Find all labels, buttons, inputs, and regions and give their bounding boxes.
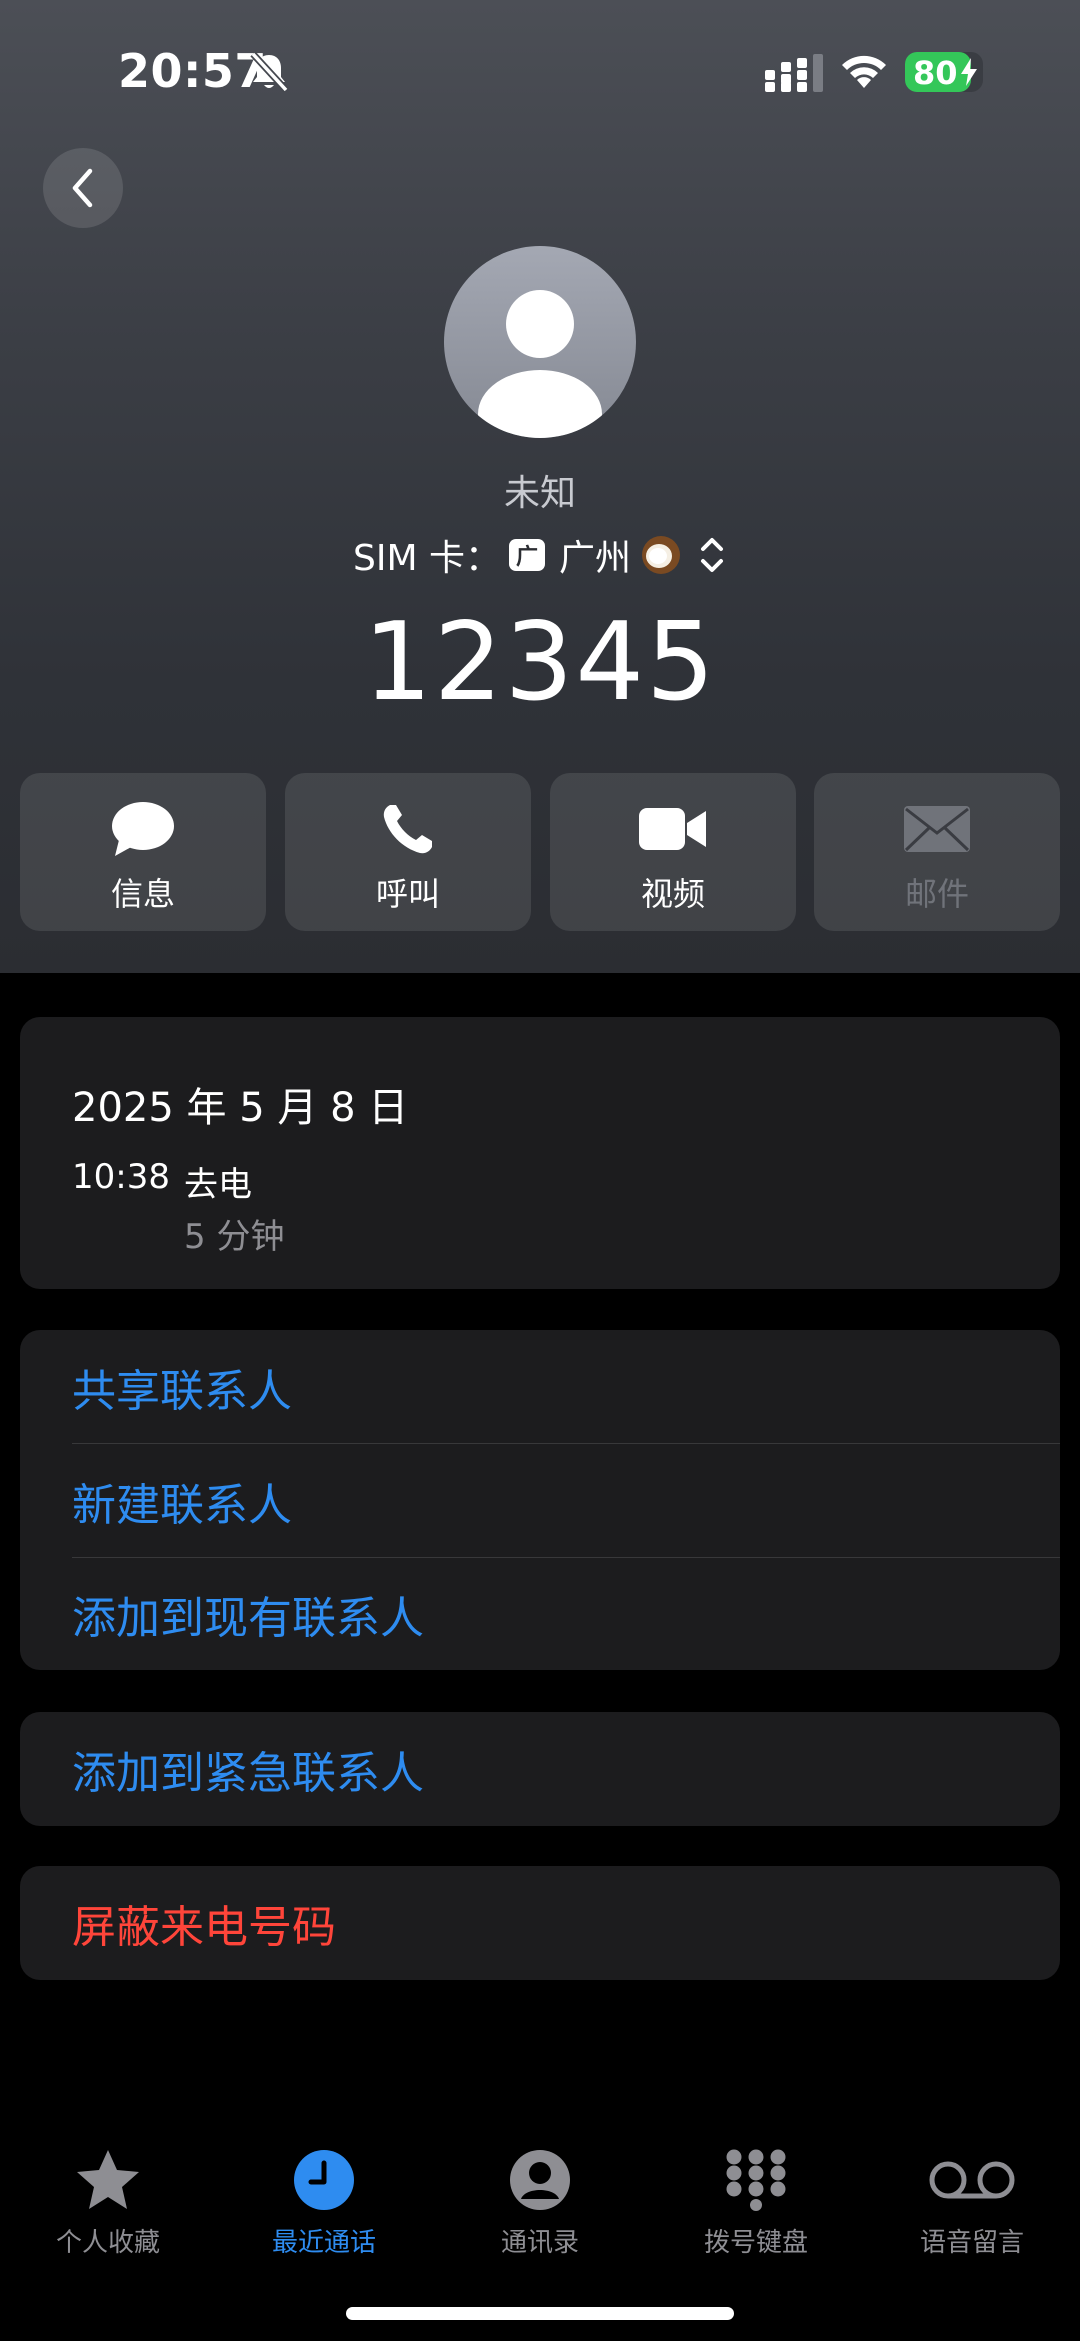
emergency-contact-card: 添加到紧急联系人 xyxy=(20,1712,1060,1826)
call-history-card: 2025 年 5 月 8 日 10:38 去电 5 分钟 xyxy=(20,1017,1060,1289)
sim-badge-icon: 广 xyxy=(508,539,545,571)
call-type: 去电 xyxy=(184,1165,252,1205)
block-caller-button[interactable]: 屏蔽来电号码 xyxy=(72,1866,1060,1980)
phone-icon xyxy=(383,805,432,854)
call-date: 2025 年 5 月 8 日 xyxy=(72,1085,409,1131)
person-circle-icon xyxy=(510,2150,570,2210)
sim-name: 广州 xyxy=(558,538,631,579)
voicemail-icon xyxy=(929,2161,1015,2199)
contact-options-card: 共享联系人 新建联系人 添加到现有联系人 xyxy=(20,1330,1060,1670)
mail-button[interactable]: 邮件 xyxy=(814,773,1060,931)
status-time: 20:57 xyxy=(118,44,267,98)
coconut-icon xyxy=(642,536,680,574)
tab-recents-label: 最近通话 xyxy=(271,2228,376,2258)
sim-label: SIM 卡： xyxy=(353,538,501,579)
tab-contacts[interactable]: 通讯录 xyxy=(432,2130,648,2260)
cellular-signal-icon xyxy=(765,54,823,92)
avatar xyxy=(444,246,636,438)
tab-contacts-label: 通讯录 xyxy=(500,2228,579,2258)
tab-voicemail[interactable]: 语音留言 xyxy=(864,2130,1080,2260)
phone-screen: 20:57 80 未知 SIM 卡： 广 广州 12345 信息 呼叫 视频 邮… xyxy=(0,0,1080,2341)
action-buttons: 信息 呼叫 视频 邮件 xyxy=(20,773,1060,931)
chevron-up-down-icon xyxy=(701,538,723,572)
chevron-left-icon xyxy=(72,168,93,208)
battery-level: 80 xyxy=(913,54,958,92)
tab-recents[interactable]: 最近通话 xyxy=(216,2130,432,2260)
block-caller-card: 屏蔽来电号码 xyxy=(20,1866,1060,1980)
add-emergency-contact-button[interactable]: 添加到紧急联系人 xyxy=(72,1712,1060,1826)
tab-favorites-label: 个人收藏 xyxy=(55,2228,160,2258)
call-button[interactable]: 呼叫 xyxy=(285,773,531,931)
tab-keypad-label: 拨号键盘 xyxy=(703,2228,808,2258)
contact-name: 未知 xyxy=(503,473,576,514)
video-label: 视频 xyxy=(640,875,705,913)
contact-header: 20:57 80 未知 SIM 卡： 广 广州 12345 信息 呼叫 视频 邮… xyxy=(0,0,1080,973)
home-indicator[interactable] xyxy=(346,2307,734,2320)
battery-indicator: 80 xyxy=(905,52,983,92)
tab-bar: 个人收藏 最近通话 通讯录 拨号键盘 语音留言 xyxy=(0,2130,1080,2290)
call-label: 呼叫 xyxy=(375,875,440,913)
wifi-icon xyxy=(842,55,886,88)
tab-keypad[interactable]: 拨号键盘 xyxy=(648,2130,864,2260)
message-button[interactable]: 信息 xyxy=(20,773,266,931)
phone-number: 12345 xyxy=(363,600,717,725)
add-to-existing-contact-button[interactable]: 添加到现有联系人 xyxy=(72,1557,1060,1671)
keypad-icon xyxy=(726,2149,786,2211)
envelope-icon xyxy=(904,806,970,852)
bell-slash-icon xyxy=(250,51,289,93)
new-contact-button[interactable]: 新建联系人 xyxy=(72,1444,1060,1558)
charging-bolt-icon xyxy=(961,58,977,86)
star-icon xyxy=(77,2150,139,2209)
sim-selector[interactable]: SIM 卡： 广 广州 xyxy=(0,530,1080,580)
person-silhouette-icon xyxy=(478,290,602,438)
video-camera-icon xyxy=(639,808,706,850)
video-button[interactable]: 视频 xyxy=(550,773,796,931)
call-duration: 5 分钟 xyxy=(184,1217,285,1257)
clock-icon xyxy=(294,2150,354,2210)
tab-voicemail-label: 语音留言 xyxy=(919,2228,1024,2258)
message-label: 信息 xyxy=(110,875,175,913)
share-contact-button[interactable]: 共享联系人 xyxy=(72,1330,1060,1444)
mail-label: 邮件 xyxy=(904,875,969,913)
call-time: 10:38 xyxy=(72,1157,170,1197)
back-button[interactable] xyxy=(43,148,123,228)
tab-favorites[interactable]: 个人收藏 xyxy=(0,2130,216,2260)
message-bubble-icon xyxy=(112,802,174,856)
